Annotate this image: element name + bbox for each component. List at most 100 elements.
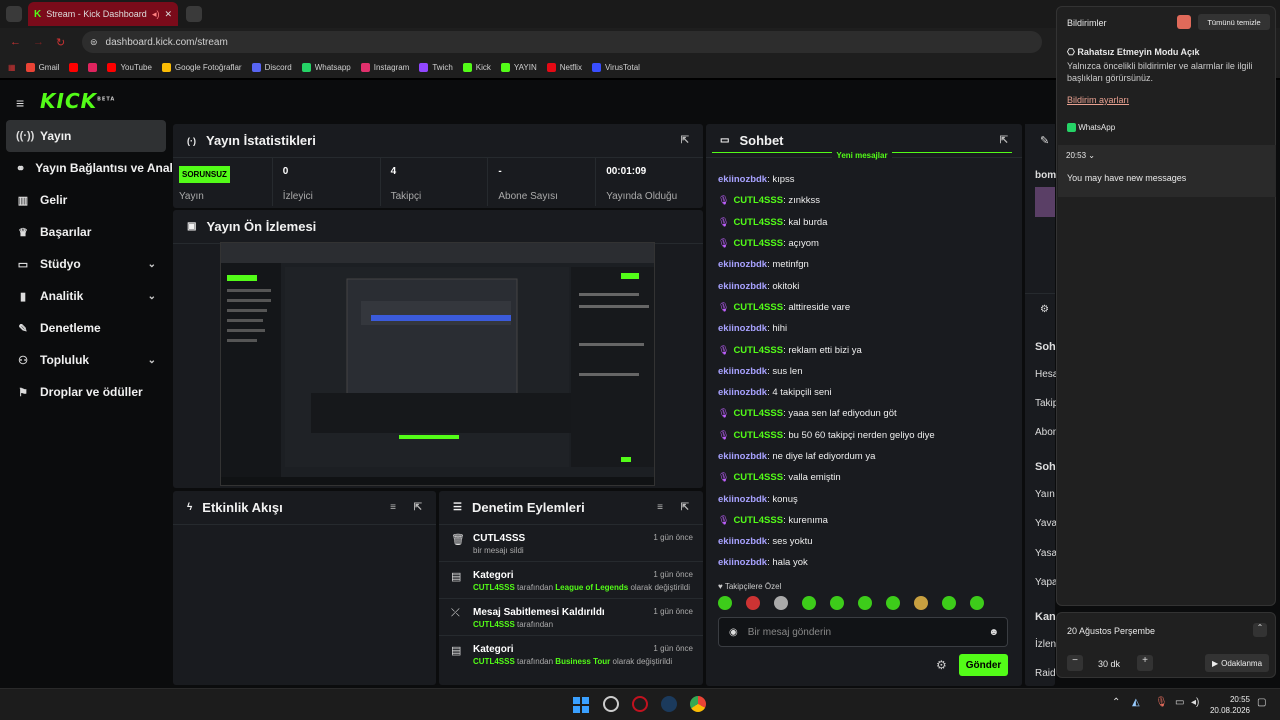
chat-username[interactable]: CUTL4SSS	[733, 408, 783, 419]
emote-button[interactable]	[942, 596, 956, 610]
emote-button[interactable]	[802, 596, 816, 610]
menu-icon[interactable]: ≡	[16, 95, 24, 111]
bookmark-item[interactable]: YouTube	[107, 62, 152, 72]
bookmark-item[interactable]: Discord	[251, 62, 292, 72]
clear-all-button[interactable]: Tümünü temizle	[1198, 14, 1270, 30]
settings-gear-icon[interactable]: ⚙	[936, 658, 947, 672]
chat-input[interactable]: ◉ Bir mesaj gönderin ☻	[718, 617, 1008, 647]
tab-close-icon[interactable]: ✕	[164, 9, 172, 20]
mod-user[interactable]: CUTL4SSS	[473, 620, 515, 629]
emote-button[interactable]	[718, 596, 732, 610]
emote-button[interactable]	[858, 596, 872, 610]
chat-username[interactable]: ekiinozbdk	[718, 536, 767, 547]
new-tab-button[interactable]	[186, 6, 202, 22]
sidebar-item-studyo[interactable]: ▭ Stüdyo ⌄	[0, 248, 172, 280]
new-messages-divider[interactable]: Yeni mesajlar	[712, 151, 1012, 162]
sidebar-item-droplar[interactable]: ⚑ Droplar ve ödüller	[0, 376, 172, 408]
bookmark-item[interactable]: YAYIN	[500, 62, 537, 72]
emote-button[interactable]	[970, 596, 984, 610]
popout-icon[interactable]: ⇱	[681, 135, 689, 146]
start-icon[interactable]	[573, 697, 589, 713]
opera-icon[interactable]	[632, 696, 648, 712]
mic-icon[interactable]: 🎙	[1155, 697, 1168, 708]
bookmark-item[interactable]: Twich	[419, 62, 453, 72]
thumbnail-image[interactable]	[1035, 187, 1055, 217]
notification-card[interactable]: 20:53 ⌄ You may have new messages	[1058, 145, 1276, 197]
chevron-down-icon[interactable]: ⌄	[148, 259, 156, 270]
chat-username[interactable]: CUTL4SSS	[733, 238, 783, 249]
bookmark-item[interactable]: Gmail	[25, 62, 59, 72]
chat-username[interactable]: CUTL4SSS	[733, 515, 783, 526]
network-icon[interactable]: ▭	[1175, 697, 1184, 708]
bookmark-item[interactable]: Google Fotoğraflar	[161, 62, 242, 72]
bookmark-item[interactable]: Instagram	[360, 62, 409, 72]
chat-username[interactable]: CUTL4SSS	[733, 302, 783, 313]
sidebar-item-yayin[interactable]: ((·)) Yayın	[6, 120, 166, 152]
site-info-icon[interactable]: ⊜	[90, 37, 98, 48]
chat-username[interactable]: CUTL4SSS	[733, 345, 783, 356]
bookmark-item[interactable]: Whatsapp	[301, 62, 351, 72]
emote-button[interactable]	[886, 596, 900, 610]
tray-chevron-up-icon[interactable]: ⌃	[1112, 697, 1120, 708]
send-button[interactable]: Gönder	[959, 654, 1008, 676]
kick-logo[interactable]: KICKBETA	[40, 89, 115, 113]
chat-username[interactable]: ekiinozbdk	[718, 494, 767, 505]
sidebar-item-topluluk[interactable]: ⚇ Topluluk ⌄	[0, 344, 172, 376]
chevron-up-icon[interactable]: ⌃	[1253, 623, 1267, 637]
stream-preview-video[interactable]	[220, 242, 655, 486]
chat-username[interactable]: CUTL4SSS	[733, 430, 783, 441]
emote-button[interactable]	[914, 596, 928, 610]
sidebar-item-analitik[interactable]: ▮ Analitik ⌄	[0, 280, 172, 312]
sidebar-item-gelir[interactable]: ▥ Gelir	[0, 184, 172, 216]
reload-icon[interactable]: ↻	[56, 36, 65, 49]
mod-user[interactable]: CUTL4SSS	[473, 657, 515, 666]
emote-button[interactable]	[746, 596, 760, 610]
emote-button[interactable]	[774, 596, 788, 610]
chat-username[interactable]: ekiinozbdk	[718, 259, 767, 270]
url-field[interactable]: ⊜ dashboard.kick.com/stream	[82, 31, 1042, 53]
focus-start-button[interactable]: ▶ Odaklanma	[1205, 654, 1269, 672]
chat-username[interactable]: ekiinozbdk	[718, 557, 767, 568]
chat-username[interactable]: ekiinozbdk	[718, 281, 767, 292]
browser-tab[interactable]: K Stream - Kick Dashboard ◂) ✕	[28, 2, 178, 26]
chat-username[interactable]: CUTL4SSS	[733, 472, 783, 483]
chevron-down-icon[interactable]: ⌄	[148, 355, 156, 366]
emote-button[interactable]	[830, 596, 844, 610]
bookmark-item[interactable]	[88, 62, 98, 72]
sidebar-item-stream-key[interactable]: ⚭ Yayın Bağlantısı ve Anahtarı	[0, 152, 172, 184]
chat-username[interactable]: CUTL4SSS	[733, 195, 783, 206]
steam-icon[interactable]	[661, 696, 677, 712]
notif-settings-link[interactable]: Bildirim ayarları	[1067, 95, 1129, 105]
target-icon[interactable]: ◉	[729, 627, 738, 638]
popout-icon[interactable]: ⇱	[681, 502, 689, 513]
chat-username[interactable]: ekiinozbdk	[718, 174, 767, 185]
focus-minus-button[interactable]: −	[1067, 655, 1083, 671]
dnd-icon[interactable]	[1177, 15, 1191, 29]
popout-icon[interactable]: ⇱	[1000, 135, 1008, 146]
sidebar-item-denetleme[interactable]: ✎ Denetleme	[0, 312, 172, 344]
notification-icon[interactable]: ▢	[1257, 697, 1266, 708]
bookmark-item[interactable]: Netflix	[546, 62, 582, 72]
forward-icon[interactable]: →	[33, 36, 44, 48]
apps-grid-icon[interactable]: ▦	[8, 63, 16, 72]
mod-user[interactable]: CUTL4SSS	[473, 583, 515, 592]
bookmark-item[interactable]: VirusTotal	[591, 62, 640, 72]
filter-icon[interactable]: ≡	[657, 502, 663, 513]
focus-plus-button[interactable]: +	[1137, 655, 1153, 671]
volume-icon[interactable]: ◂)	[1191, 697, 1199, 708]
steam-tray-icon[interactable]: ◭	[1132, 697, 1140, 708]
chat-username[interactable]: ekiinozbdk	[718, 451, 767, 462]
chat-username[interactable]: ekiinozbdk	[718, 387, 767, 398]
bookmark-item[interactable]: Kick	[462, 62, 491, 72]
profile-button[interactable]	[6, 6, 22, 22]
popout-icon[interactable]: ⇱	[414, 502, 422, 513]
bookmark-item[interactable]	[69, 62, 79, 72]
sidebar-item-basarilar[interactable]: ♛ Başarılar	[0, 216, 172, 248]
chat-username[interactable]: CUTL4SSS	[733, 217, 783, 228]
filter-icon[interactable]: ≡	[390, 502, 396, 513]
chevron-down-icon[interactable]: ⌄	[1088, 151, 1095, 160]
chat-username[interactable]: ekiinozbdk	[718, 323, 767, 334]
chevron-down-icon[interactable]: ⌄	[148, 291, 156, 302]
app-icon-1[interactable]	[603, 696, 619, 712]
emoji-icon[interactable]: ☻	[988, 627, 999, 638]
